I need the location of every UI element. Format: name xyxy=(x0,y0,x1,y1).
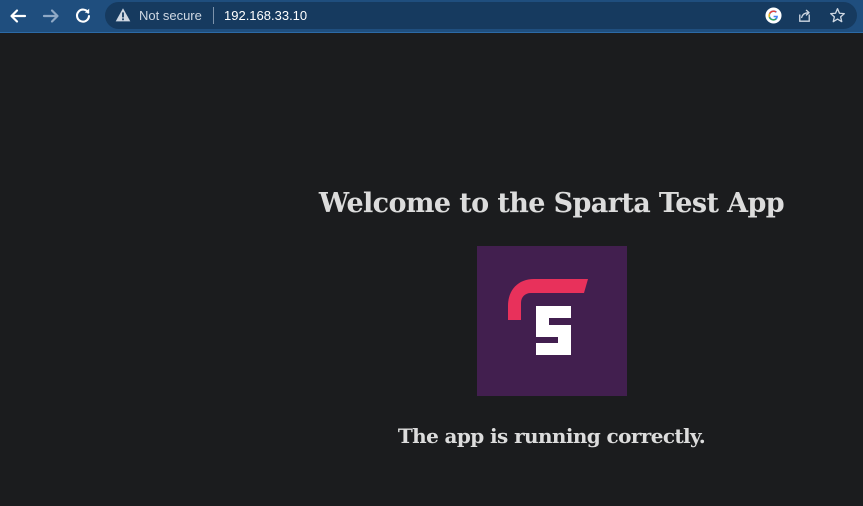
share-icon xyxy=(799,9,810,22)
star-icon xyxy=(830,8,845,23)
status-message: The app is running correctly. xyxy=(397,424,706,448)
google-lens-button[interactable] xyxy=(764,6,783,25)
url-text[interactable]: 192.168.33.10 xyxy=(224,8,307,23)
google-icon xyxy=(765,7,782,24)
sparta-logo-icon xyxy=(508,279,588,355)
reload-button[interactable] xyxy=(71,5,95,27)
arrow-right-icon xyxy=(42,9,59,23)
share-button[interactable] xyxy=(795,6,814,25)
page-content: Welcome to the Sparta Test App The app i… xyxy=(0,34,863,506)
omnibox-divider xyxy=(213,7,214,24)
security-status-label[interactable]: Not secure xyxy=(139,8,202,23)
sparta-logo xyxy=(477,246,627,396)
forward-button[interactable] xyxy=(39,5,63,27)
warning-triangle-icon xyxy=(115,8,131,22)
back-button[interactable] xyxy=(6,5,30,27)
arrow-left-icon xyxy=(10,9,27,23)
browser-toolbar: Not secure 192.168.33.10 xyxy=(0,0,863,33)
reload-icon xyxy=(75,8,91,23)
address-bar[interactable]: Not secure 192.168.33.10 xyxy=(105,2,857,29)
page-heading: Welcome to the Sparta Test App xyxy=(318,188,785,219)
bookmark-button[interactable] xyxy=(828,6,847,25)
